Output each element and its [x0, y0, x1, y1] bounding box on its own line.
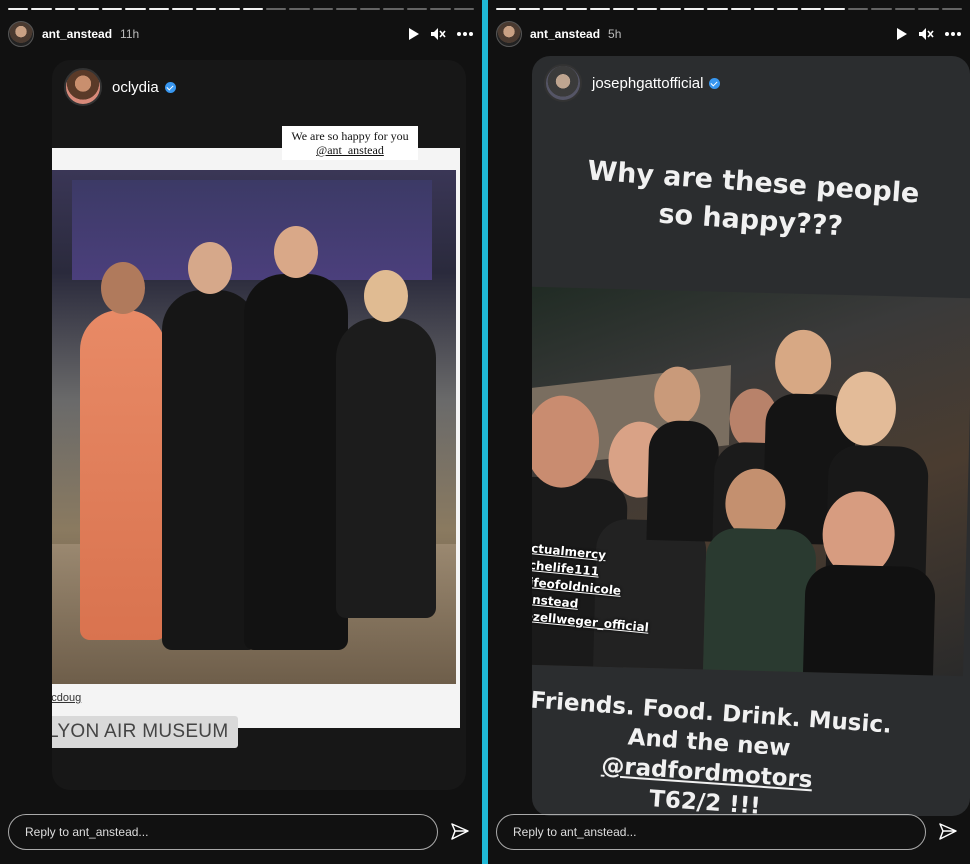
progress-segment: [707, 8, 728, 10]
more-icon[interactable]: [456, 31, 474, 37]
photo-credit-mention[interactable]: @ocdoug: [52, 692, 81, 704]
avatar[interactable]: [64, 68, 102, 106]
progress-segment: [730, 8, 751, 10]
progress-segment: [824, 8, 845, 10]
story-panel-right: ant_anstead 5h josephgattofficial Why ar…: [488, 0, 970, 864]
avatar[interactable]: [496, 21, 522, 47]
group-photo: [52, 170, 456, 684]
progress-segment: [430, 8, 451, 10]
progress-segment: [8, 8, 29, 10]
progress-segment: [219, 8, 240, 10]
story-panel-left: ant_anstead 11h oclydia cdoug We are so …: [0, 0, 482, 864]
story-progress-bar: [8, 8, 475, 11]
story-progress-bar: [496, 8, 963, 11]
progress-segment: [918, 8, 939, 10]
progress-segment: [941, 8, 963, 10]
story-time: 11h: [120, 27, 140, 41]
progress-segment: [242, 8, 263, 10]
story-header: ant_anstead 5h: [496, 20, 962, 48]
reply-bar: [496, 814, 962, 850]
story-username[interactable]: ant_anstead: [530, 27, 600, 41]
avatar[interactable]: [544, 64, 582, 102]
mute-icon[interactable]: [918, 27, 934, 41]
progress-segment: [54, 8, 76, 10]
play-icon[interactable]: [896, 27, 908, 41]
progress-segment: [453, 8, 475, 10]
group-selfie-photo: @theactualmercy @porschelife111 @newlifeof…: [532, 285, 970, 677]
note-text: We are so happy for you: [291, 129, 409, 143]
reply-input[interactable]: [8, 814, 438, 850]
story-footer-text: Friends. Food. Drink. Music. And the new…: [532, 683, 922, 816]
progress-segment: [148, 8, 170, 10]
verified-badge-icon: [164, 81, 176, 93]
progress-segment: [753, 8, 775, 10]
progress-segment: [894, 8, 916, 10]
avatar[interactable]: [8, 21, 34, 47]
reply-input[interactable]: [496, 814, 926, 850]
progress-segment: [406, 8, 428, 10]
story-header: ant_anstead 11h: [8, 20, 474, 48]
progress-segment: [359, 8, 381, 10]
progress-segment: [265, 8, 287, 10]
progress-segment: [589, 8, 611, 10]
progress-segment: [312, 8, 334, 10]
send-icon[interactable]: [446, 818, 474, 846]
progress-segment: [383, 8, 404, 10]
note-mention[interactable]: @ant_anstead: [288, 143, 412, 157]
progress-segment: [31, 8, 52, 10]
location-label: LYON AIR MUSEUM: [52, 721, 229, 742]
progress-segment: [683, 8, 705, 10]
progress-segment: [125, 8, 146, 10]
progress-segment: [660, 8, 681, 10]
progress-segment: [613, 8, 634, 10]
more-icon[interactable]: [944, 31, 962, 37]
mute-icon[interactable]: [430, 27, 446, 41]
verified-badge-icon: [709, 77, 721, 89]
story-time: 5h: [608, 27, 622, 41]
progress-segment: [336, 8, 357, 10]
progress-segment: [566, 8, 587, 10]
post-username[interactable]: josephgattofficial: [592, 75, 703, 92]
progress-segment: [847, 8, 869, 10]
progress-segment: [101, 8, 123, 10]
progress-segment: [871, 8, 892, 10]
reshared-post-card[interactable]: oclydia @ocdoug We are so happy for you …: [52, 60, 466, 790]
progress-segment: [195, 8, 217, 10]
progress-segment: [777, 8, 798, 10]
progress-segment: [800, 8, 822, 10]
location-sticker[interactable]: LYON AIR MUSEUM: [52, 716, 239, 748]
mention-list: @theactualmercy @porschelife111 @newlifeof…: [532, 536, 656, 637]
post-username[interactable]: oclydia: [112, 79, 159, 96]
caption-note: We are so happy for you @ant_anstead: [282, 126, 418, 160]
reshared-post-card[interactable]: josephgattofficial Why are these people …: [532, 56, 970, 816]
play-icon[interactable]: [408, 27, 420, 41]
story-headline: Why are these people so happy???: [570, 152, 934, 253]
progress-segment: [496, 8, 517, 10]
progress-segment: [289, 8, 310, 10]
story-username[interactable]: ant_anstead: [42, 27, 112, 41]
progress-segment: [519, 8, 540, 10]
progress-segment: [636, 8, 658, 10]
progress-segment: [172, 8, 193, 10]
send-icon[interactable]: [934, 818, 962, 846]
progress-segment: [78, 8, 99, 10]
progress-segment: [542, 8, 564, 10]
reply-bar: [8, 814, 474, 850]
photo-polaroid: @ocdoug: [52, 148, 460, 728]
